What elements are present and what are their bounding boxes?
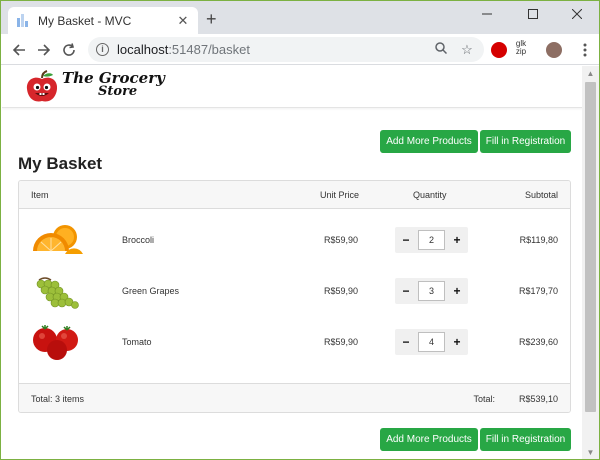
- orange-slices-image: [33, 225, 83, 254]
- table-header: Item Unit Price Quantity Subtotal: [19, 181, 570, 209]
- close-window-icon: [572, 9, 582, 19]
- increase-quantity-button[interactable]: +: [450, 232, 464, 248]
- minimize-button[interactable]: [465, 1, 509, 27]
- add-more-products-button-top[interactable]: Add More Products: [380, 130, 478, 153]
- zip-extension-icon[interactable]: glk zip: [513, 40, 529, 56]
- table-row: Green Grapes R$59,90 − 3 + R$179,70: [19, 266, 570, 316]
- new-tab-button[interactable]: +: [206, 10, 217, 28]
- tab-strip: My Basket - MVC ✕ +: [1, 1, 599, 34]
- increase-quantity-button[interactable]: +: [450, 283, 464, 299]
- back-button[interactable]: [8, 39, 30, 61]
- site-header: The Grocery Store: [2, 66, 583, 108]
- search-zoom-icon[interactable]: [432, 42, 450, 57]
- tomatoes-image: [33, 325, 78, 360]
- logo-line-1: The Grocery: [62, 69, 165, 87]
- tab-title: My Basket - MVC: [38, 13, 132, 28]
- quantity-stepper: − 3 +: [395, 278, 468, 304]
- forward-button[interactable]: [33, 39, 55, 61]
- quantity-stepper: − 2 +: [395, 227, 468, 253]
- add-more-products-button-bottom[interactable]: Add More Products: [380, 428, 478, 451]
- scroll-thumb[interactable]: [585, 82, 596, 412]
- url-host: localhost: [117, 42, 169, 57]
- decrease-quantity-button[interactable]: −: [399, 334, 413, 350]
- page-scrollbar[interactable]: ▲ ▼: [582, 66, 599, 459]
- reload-icon: [63, 43, 75, 56]
- maximize-button[interactable]: [511, 1, 555, 27]
- item-unit-price: R$59,90: [324, 337, 359, 347]
- site-info-icon[interactable]: i: [96, 43, 109, 56]
- item-unit-price: R$59,90: [324, 286, 359, 296]
- total-value: R$539,10: [518, 394, 558, 404]
- quantity-input[interactable]: 2: [418, 230, 445, 250]
- decrease-quantity-button[interactable]: −: [399, 232, 413, 248]
- more-vert-icon: [583, 43, 587, 57]
- total-item-count: Total: 3 items: [31, 394, 85, 404]
- basket-table: Item Unit Price Quantity Subtotal Brocco: [18, 180, 571, 413]
- site-logo-text[interactable]: The Grocery Store: [62, 71, 165, 99]
- item-subtotal: R$239,60: [518, 337, 558, 347]
- column-header-subtotal: Subtotal: [524, 190, 558, 200]
- item-name: Tomato: [122, 337, 152, 347]
- quantity-input[interactable]: 4: [418, 332, 445, 352]
- browser-window: My Basket - MVC ✕ + i localhost:51487/ba…: [0, 0, 600, 460]
- minimize-icon: [482, 13, 492, 15]
- page-title: My Basket: [18, 154, 103, 173]
- table-row: Tomato R$59,90 − 4 + R$239,60: [19, 317, 570, 367]
- item-name: Broccoli: [122, 235, 155, 245]
- scroll-down-icon[interactable]: ▼: [582, 445, 599, 459]
- page-favicon-icon: [16, 13, 30, 28]
- quantity-stepper: − 4 +: [395, 329, 468, 355]
- close-tab-icon[interactable]: ✕: [176, 13, 190, 29]
- address-bar[interactable]: i localhost:51487/basket ☆: [88, 37, 484, 62]
- apple-logo-icon[interactable]: [24, 70, 60, 104]
- item-name: Green Grapes: [122, 286, 180, 296]
- item-subtotal: R$119,80: [519, 235, 558, 245]
- column-header-quantity: Quantity: [413, 190, 447, 200]
- table-footer: Total: 3 items Total: R$539,10: [19, 383, 570, 412]
- page-content: The Grocery Store Add More Products Fill…: [2, 66, 583, 459]
- bookmark-star-icon[interactable]: ☆: [458, 42, 476, 58]
- quantity-input[interactable]: 3: [418, 281, 445, 301]
- url-text: localhost:51487/basket: [117, 42, 424, 57]
- fill-registration-button-bottom[interactable]: Fill in Registration: [480, 428, 571, 451]
- close-window-button[interactable]: [555, 1, 599, 27]
- browser-tab[interactable]: My Basket - MVC ✕: [8, 7, 198, 34]
- back-arrow-icon: [12, 44, 25, 56]
- item-subtotal: R$179,70: [518, 286, 558, 296]
- green-grapes-image: [36, 277, 79, 309]
- fill-registration-button-top[interactable]: Fill in Registration: [480, 130, 571, 153]
- opera-extension-icon[interactable]: [491, 42, 507, 58]
- scroll-up-icon[interactable]: ▲: [582, 66, 599, 81]
- logo-line-2: Store: [98, 84, 138, 99]
- browser-menu-button[interactable]: [574, 39, 596, 61]
- maximize-icon: [528, 9, 538, 19]
- table-row: Broccoli R$59,90 − 2 + R$119,80: [19, 215, 570, 265]
- profile-avatar[interactable]: [546, 42, 562, 58]
- increase-quantity-button[interactable]: +: [450, 334, 464, 350]
- total-label: Total:: [473, 394, 495, 404]
- forward-arrow-icon: [38, 44, 51, 56]
- decrease-quantity-button[interactable]: −: [399, 283, 413, 299]
- column-header-item: Item: [31, 190, 49, 200]
- reload-button[interactable]: [58, 39, 80, 61]
- column-header-unit-price: Unit Price: [320, 190, 360, 200]
- browser-toolbar: i localhost:51487/basket ☆ glk zip: [1, 34, 599, 65]
- url-path: :51487/basket: [168, 42, 250, 57]
- item-unit-price: R$59,90: [324, 235, 359, 245]
